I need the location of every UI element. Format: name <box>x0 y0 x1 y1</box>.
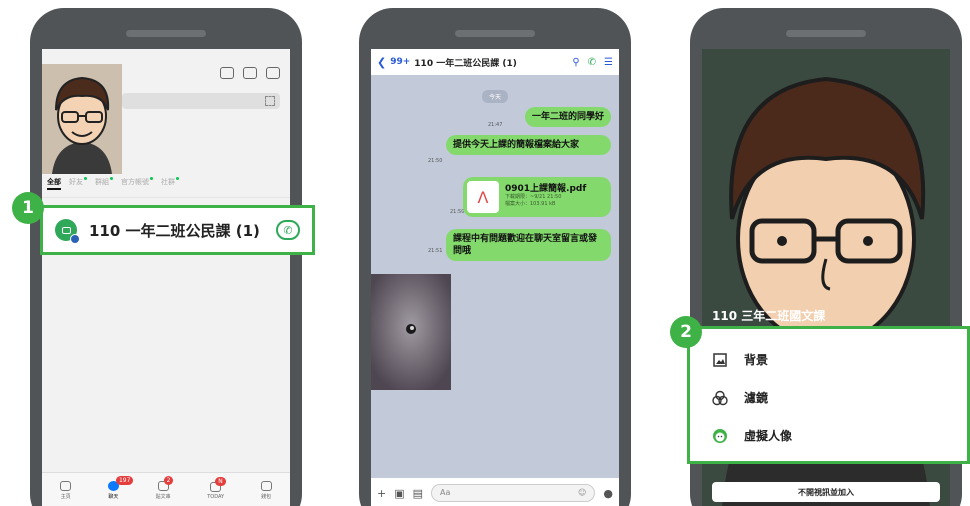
chat-header: ❮ 99+ 110 一年二班公民課 (1) ⚲ ✆ ☰ <box>371 49 619 75</box>
chat-list-screen: 全部 好友 群組 官方帳號 社群 主頁 197 聊天 2 貼文串 N TODAY… <box>42 49 290 506</box>
microphone-icon[interactable]: ● <box>603 487 613 500</box>
nav-label: TODAY <box>207 493 225 500</box>
video-thumbnail[interactable] <box>371 274 451 390</box>
unread-badge: N <box>215 476 226 486</box>
unread-badge: 197 <box>115 476 134 485</box>
plus-icon[interactable]: + <box>377 487 386 500</box>
message-bubble[interactable]: 一年二班的同學好 <box>524 107 611 127</box>
message-bubble[interactable]: 課程中有問題歡迎在聊天室留言或發問哦 <box>446 229 611 261</box>
unread-count[interactable]: 99+ <box>390 57 410 67</box>
message-input[interactable]: Aa ☺ <box>431 484 596 502</box>
unread-badge: 2 <box>163 476 174 485</box>
phone-frame-chat-list: 全部 好友 群組 官方帳號 社群 主頁 197 聊天 2 貼文串 N TODAY… <box>30 8 302 506</box>
image-icon[interactable]: ▤ <box>413 487 423 500</box>
sort-icon[interactable] <box>220 67 234 79</box>
filter-icon <box>712 390 728 406</box>
effects-menu: 背景 濾鏡 虛擬人像 <box>687 326 970 464</box>
tutorial-stage: 全部 好友 群組 官方帳號 社群 主頁 197 聊天 2 貼文串 N TODAY… <box>0 0 970 506</box>
nav-label: 錢包 <box>261 494 272 500</box>
tab-friends[interactable]: 好友 <box>69 177 87 190</box>
profile-avatar <box>42 64 122 174</box>
chat-title: 110 一年二班公民課 (1) <box>414 58 517 69</box>
highlighted-chat-row[interactable]: 110 一年二班公民課 (1) ✆ <box>40 205 315 255</box>
header-actions: ⚲ ✆ ☰ <box>572 57 613 68</box>
tab-official-accounts[interactable]: 官方帳號 <box>121 177 153 190</box>
input-placeholder: Aa <box>440 488 451 497</box>
image-icon <box>712 352 728 368</box>
home-icon <box>60 481 72 491</box>
message-time: 21:50 <box>450 209 465 215</box>
menu-item-avatar[interactable]: 虛擬人像 <box>712 427 792 444</box>
file-name: 0901上課簡報.pdf <box>505 184 587 194</box>
bottom-navigation: 主頁 197 聊天 2 貼文串 N TODAY 錢包 <box>42 472 290 506</box>
new-chat-icon[interactable] <box>266 67 280 79</box>
menu-icon[interactable]: ☰ <box>604 57 613 68</box>
tab-divider <box>42 197 290 198</box>
back-arrow-icon[interactable]: ❮ <box>377 56 386 69</box>
tab-groups[interactable]: 群組 <box>95 177 113 190</box>
status-indicator <box>70 234 80 244</box>
menu-item-label: 背景 <box>744 353 769 367</box>
message-time: 21:51 <box>428 248 443 254</box>
step-number-badge: 2 <box>670 316 702 348</box>
nav-label: 主頁 <box>60 494 71 500</box>
add-video-icon[interactable] <box>243 67 257 79</box>
camera-icon[interactable]: ▣ <box>394 487 404 500</box>
file-expiry: 下載期限：~9/21 21:50 <box>505 194 562 200</box>
phone-icon[interactable]: ✆ <box>588 57 596 68</box>
message-composer: + ▣ ▤ Aa ☺ ● <box>371 478 619 506</box>
message-time: 21:50 <box>428 158 443 164</box>
video-icon <box>61 226 71 234</box>
nav-today[interactable]: N TODAY <box>207 476 226 500</box>
message-bubble[interactable]: 提供今天上課的簡報檔案給大家 <box>446 135 611 155</box>
menu-item-filter[interactable]: 濾鏡 <box>712 389 768 406</box>
tab-communities[interactable]: 社群 <box>161 177 179 190</box>
qr-scan-icon[interactable] <box>265 96 275 106</box>
video-caption: 110 三年二班國文課 <box>712 309 826 323</box>
nav-home[interactable]: 主頁 <box>60 481 72 500</box>
phone-icon: ✆ <box>283 223 293 237</box>
emoji-icon[interactable]: ☺ <box>578 488 586 498</box>
phone-speaker <box>786 30 866 37</box>
join-without-video-button[interactable]: 不開視訊並加入 <box>712 482 940 502</box>
file-message[interactable]: Λ 0901上課簡報.pdf 下載期限：~9/21 21:50 檔案大小：103… <box>463 177 611 217</box>
message-time: 21:47 <box>488 122 503 128</box>
file-size: 檔案大小：103.91 kB <box>505 201 556 207</box>
tab-all[interactable]: 全部 <box>47 177 61 190</box>
chat-name: 110 一年二班公民課 (1) <box>89 221 260 240</box>
chat-filter-tabs: 全部 好友 群組 官方帳號 社群 <box>47 177 179 190</box>
step-number-badge: 1 <box>12 192 44 224</box>
menu-item-label: 虛擬人像 <box>744 429 793 443</box>
search-input[interactable] <box>122 93 280 109</box>
menu-item-label: 濾鏡 <box>744 391 769 405</box>
search-icon[interactable]: ⚲ <box>572 57 579 68</box>
nav-label: 聊天 <box>108 494 119 500</box>
pdf-icon: Λ <box>467 181 499 213</box>
menu-item-background[interactable]: 背景 <box>712 351 768 368</box>
join-call-button[interactable]: ✆ <box>276 220 300 240</box>
phone-speaker <box>126 30 206 37</box>
nav-chats[interactable]: 197 聊天 <box>107 476 134 500</box>
wallet-icon <box>260 481 272 491</box>
chat-room-screen: ❮ 99+ 110 一年二班公民課 (1) ⚲ ✆ ☰ 今天 21:47 一年二… <box>371 49 619 506</box>
top-action-bar <box>220 67 280 79</box>
phone-frame-chat-room: ❮ 99+ 110 一年二班公民課 (1) ⚲ ✆ ☰ 今天 21:47 一年二… <box>359 8 631 506</box>
file-info: 0901上課簡報.pdf 下載期限：~9/21 21:50 檔案大小：103.9… <box>505 181 586 213</box>
nav-label: 貼文串 <box>155 494 171 500</box>
nav-wallet[interactable]: 錢包 <box>260 481 272 500</box>
phone-speaker <box>455 30 535 37</box>
avatar-icon <box>712 428 728 444</box>
nav-timeline[interactable]: 2 貼文串 <box>155 476 174 500</box>
group-chat-icon <box>55 219 80 244</box>
date-separator: 今天 <box>481 90 509 103</box>
